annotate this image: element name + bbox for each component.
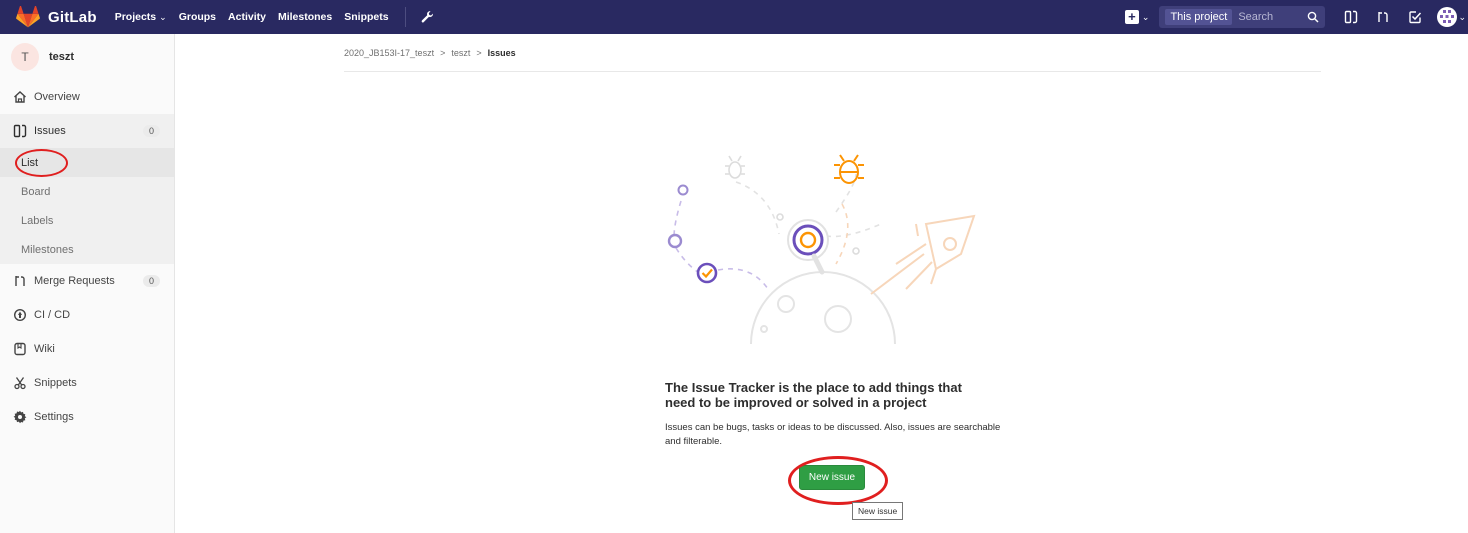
nav-right: + ⌄ This project Search ⌄ <box>1124 0 1468 34</box>
nav-projects[interactable]: Projects ⌄ <box>115 11 167 23</box>
empty-state-description: Issues can be bugs, tasks or ideas to be… <box>665 422 1001 447</box>
dashed-path <box>673 200 769 290</box>
sidebar-item-label: Wiki <box>34 343 55 355</box>
sidebar-item-wiki[interactable]: Wiki <box>0 332 174 366</box>
sidebar-item-label: Overview <box>34 91 80 103</box>
book-icon <box>13 342 27 356</box>
sidebar-subitem-board[interactable]: Board <box>0 177 174 206</box>
planet-icon <box>750 271 896 345</box>
search-scope-label: This project <box>1165 9 1233 25</box>
search-box[interactable]: This project Search <box>1159 6 1326 28</box>
merge-request-icon[interactable] <box>1376 10 1390 24</box>
search-icon <box>1308 11 1319 23</box>
issues-submenu: List Board Labels Milestones <box>0 148 174 264</box>
node-circle-icon <box>667 233 683 249</box>
issues-section: Issues 0 List Board Labels Milestones <box>0 114 174 264</box>
rocket-icon <box>13 308 27 322</box>
nav-milestones[interactable]: Milestones <box>278 11 332 23</box>
gitlab-home-link[interactable]: GitLab <box>0 0 97 34</box>
project-sidebar: T teszt Overview Issues 0 List Board Lab… <box>0 34 175 533</box>
scissors-icon <box>13 376 27 390</box>
breadcrumb-current[interactable]: Issues <box>488 48 516 58</box>
brand-name: GitLab <box>48 8 97 26</box>
sidebar-item-overview[interactable]: Overview <box>0 80 174 114</box>
top-navbar: GitLab Projects ⌄ Groups Activity Milest… <box>0 0 1468 34</box>
home-icon <box>13 90 27 104</box>
chevron-down-icon: ⌄ <box>159 11 167 22</box>
nav-activity[interactable]: Activity <box>228 11 266 23</box>
sidebar-item-ci-cd[interactable]: CI / CD <box>0 298 174 332</box>
chevron-down-icon: ⌄ <box>1141 11 1150 22</box>
breadcrumb-project[interactable]: teszt <box>451 48 470 58</box>
chevron-right-icon: > <box>476 48 482 58</box>
empty-state-title: The Issue Tracker is the place to add th… <box>665 380 962 410</box>
new-dropdown-button[interactable]: + ⌄ <box>1124 10 1150 24</box>
nav-projects-label: Projects <box>114 11 157 23</box>
todo-check-icon[interactable] <box>1408 10 1422 24</box>
project-name: teszt <box>49 51 75 63</box>
admin-wrench-icon[interactable] <box>420 10 434 24</box>
issues-empty-illustration <box>667 154 976 345</box>
gear-icon <box>13 410 27 424</box>
nav-groups[interactable]: Groups <box>179 11 216 23</box>
sidebar-item-label: Issues <box>34 125 66 137</box>
breadcrumb: 2020_JB153I-17_teszt > teszt > Issues <box>344 48 516 58</box>
new-issue-tooltip: New issue <box>852 502 904 520</box>
breadcrumb-divider <box>344 71 1321 72</box>
red-ellipse-annotation <box>788 456 888 505</box>
user-avatar[interactable] <box>1437 7 1458 27</box>
plus-square-icon: + <box>1124 10 1139 24</box>
check-circle-icon <box>696 262 718 284</box>
bug-outline-icon <box>725 155 745 179</box>
merge-request-icon <box>13 274 27 288</box>
issues-count-badge: 0 <box>142 125 160 137</box>
sidebar-item-settings[interactable]: Settings <box>0 400 174 434</box>
magnifier-icon <box>787 219 829 275</box>
project-avatar: T <box>11 43 39 71</box>
sidebar-subitem-milestones[interactable]: Milestones <box>0 235 174 264</box>
search-input[interactable]: Search <box>1238 11 1307 23</box>
issues-icon <box>13 124 27 138</box>
sidebar-item-merge-requests[interactable]: Merge Requests 0 <box>0 264 174 298</box>
merge-requests-count-badge: 0 <box>142 275 160 287</box>
chevron-down-icon: ⌄ <box>1458 11 1466 22</box>
sidebar-item-snippets[interactable]: Snippets <box>0 366 174 400</box>
sidebar-project-header[interactable]: T teszt <box>0 34 174 80</box>
gitlab-logo-icon <box>16 6 40 28</box>
sidebar-item-label: Merge Requests <box>34 275 115 287</box>
sidebar-item-issues[interactable]: Issues 0 <box>0 114 174 148</box>
sidebar-item-label: Settings <box>34 411 74 423</box>
nav-links: Projects ⌄ Groups Activity Milestones Sn… <box>115 0 434 34</box>
rocket-icon <box>870 214 976 295</box>
sidebar-item-label: Snippets <box>34 377 77 389</box>
bug-icon <box>834 154 864 184</box>
red-circle-annotation <box>15 149 68 177</box>
main-content: 2020_JB153I-17_teszt > teszt > Issues Th… <box>176 34 1468 533</box>
nav-snippets[interactable]: Snippets <box>344 11 388 23</box>
chevron-right-icon: > <box>440 48 446 58</box>
node-circle-icon <box>677 184 689 196</box>
nav-divider <box>404 7 406 27</box>
sidebar-subitem-labels[interactable]: Labels <box>0 206 174 235</box>
sidebar-item-label: CI / CD <box>34 309 71 321</box>
breadcrumb-group[interactable]: 2020_JB153I-17_teszt <box>344 48 434 58</box>
issues-icon[interactable] <box>1344 10 1358 24</box>
identicon-icon <box>1438 8 1457 26</box>
